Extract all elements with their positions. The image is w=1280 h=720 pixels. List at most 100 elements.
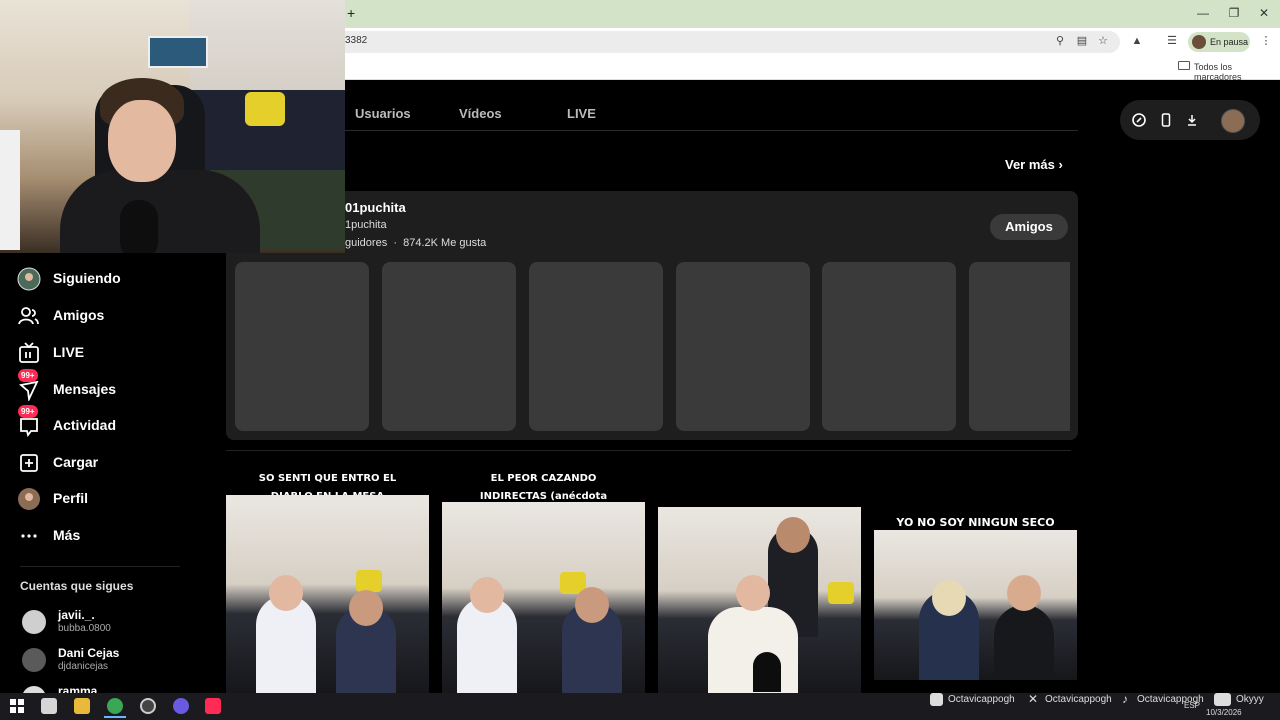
tabs-divider — [345, 130, 1078, 131]
tiktok-icon: ♪ — [1122, 692, 1128, 706]
restore-button[interactable]: ❐ — [1224, 4, 1244, 22]
sidebar-item-cargar[interactable]: Cargar — [16, 448, 216, 478]
new-tab-button[interactable]: + — [347, 5, 361, 21]
media-player-icon[interactable] — [41, 698, 57, 714]
chrome-icon[interactable] — [107, 698, 123, 714]
notification-badge: 99+ — [18, 369, 38, 382]
sidebar-item-label: Siguiendo — [53, 270, 121, 286]
tab-videos[interactable]: Vídeos — [459, 106, 502, 121]
upload-icon — [16, 450, 42, 476]
webcam-overlay — [0, 0, 345, 253]
video-thumbnail — [442, 502, 645, 693]
sidebar-divider — [20, 566, 180, 567]
video-caption: YO NO SOY NINGUN SECO — [896, 516, 1055, 529]
taskbar-date[interactable]: 10/3/2026 — [1206, 708, 1242, 717]
browser-menu-icon[interactable]: ⋮ — [1259, 34, 1273, 48]
video-thumbnail — [658, 507, 861, 693]
video-thumbnail-placeholder[interactable] — [969, 262, 1070, 431]
chevron-right-icon: › — [1058, 157, 1063, 172]
sidebar-item-label: Perfil — [53, 490, 89, 506]
friends-icon — [16, 303, 42, 329]
tab-live[interactable]: LIVE — [567, 106, 596, 121]
sidebar-item-actividad[interactable]: 99+ Actividad — [16, 405, 216, 441]
video-thumbnail-placeholder[interactable] — [529, 262, 663, 431]
instagram-icon — [930, 693, 943, 706]
sidebar-item-siguiendo[interactable]: Siguiendo — [16, 264, 216, 294]
extensions-icon[interactable]: ▲ — [1130, 34, 1144, 48]
zoom-icon[interactable]: ⚲ — [1053, 34, 1067, 48]
card-handle: 1puchita — [345, 219, 387, 231]
sidebar-item-live[interactable]: LIVE — [16, 338, 216, 368]
video-card[interactable]: SO SENTI QUE ENTRO EL DIABLO EN LA MESA — [226, 470, 429, 693]
account-name: javii._. — [58, 608, 95, 622]
following-account[interactable]: javii._. bubba.0800 — [20, 606, 220, 640]
bookmark-star-icon[interactable]: ☆ — [1096, 34, 1110, 48]
sidebar-item-amigos[interactable]: Amigos — [16, 301, 216, 331]
obs-icon[interactable] — [140, 698, 156, 714]
sidebar-item-label: Mensajes — [53, 381, 117, 397]
profile-avatar-icon — [1192, 35, 1206, 49]
avatar — [22, 686, 46, 693]
sidebar-item-perfil[interactable]: Perfil — [16, 484, 216, 514]
account-name: ramma — [58, 684, 98, 693]
see-more-label: Ver más — [1005, 157, 1055, 172]
video-thumbnail — [874, 530, 1077, 680]
download-icon[interactable] — [1184, 112, 1200, 128]
following-section-title: Cuentas que sigues — [20, 579, 134, 593]
media-controls-icon[interactable]: ☰ — [1165, 34, 1179, 48]
video-thumbnail-placeholder[interactable] — [676, 262, 810, 431]
see-more-link[interactable]: Ver más › — [1005, 157, 1063, 172]
sidebar-item-label: Amigos — [53, 307, 105, 323]
tab-users[interactable]: Usuarios — [355, 106, 411, 121]
file-explorer-icon[interactable] — [74, 698, 90, 714]
video-thumbnail-placeholder[interactable] — [235, 262, 369, 431]
install-app-icon[interactable]: ▤ — [1075, 34, 1089, 48]
profile-status: En pausa — [1210, 37, 1249, 47]
all-bookmarks-button[interactable]: Todos los marcadores — [1194, 62, 1280, 82]
coins-icon[interactable] — [1131, 112, 1147, 128]
avatar — [22, 648, 46, 672]
sidebar-item-label: Actividad — [53, 417, 117, 433]
video-thumbnail-placeholder[interactable] — [822, 262, 956, 431]
social-handle: Octavicappogh — [948, 694, 1015, 705]
card-stats: guidores · 874.2K Me gusta — [345, 237, 487, 249]
tiktok-app-icon[interactable] — [205, 698, 221, 714]
friends-button[interactable]: Amigos — [990, 214, 1068, 240]
sidebar-item-label: LIVE — [53, 344, 85, 360]
sidebar-item-mensajes[interactable]: 99+ Mensajes — [16, 369, 216, 405]
folder-icon — [1178, 61, 1190, 70]
card-username[interactable]: 01puchita — [345, 200, 406, 215]
sidebar-item-mas[interactable]: Más — [16, 521, 216, 551]
language-indicator[interactable]: ESP — [1184, 701, 1200, 710]
user-avatar[interactable] — [1221, 109, 1245, 133]
windows-start-icon[interactable] — [9, 698, 25, 714]
address-bar[interactable] — [330, 31, 1120, 53]
social-handle: Octavicappogh — [1045, 694, 1112, 705]
video-card[interactable] — [658, 470, 861, 693]
sidebar-item-label: Cargar — [53, 454, 99, 470]
following-account[interactable]: ramma — [20, 682, 220, 693]
video-card[interactable]: YO NO SOY NINGUN SECO — [874, 470, 1077, 693]
close-window-button[interactable]: ✕ — [1254, 4, 1274, 22]
phone-icon[interactable] — [1158, 112, 1174, 128]
video-card[interactable]: EL PEOR CAZANDO INDIRECTAS (anécdota com… — [442, 470, 645, 693]
x-icon: ✕ — [1028, 692, 1039, 706]
discord-icon[interactable] — [173, 698, 189, 714]
social-handle: Okyyy — [1236, 694, 1264, 705]
following-account[interactable]: Dani Cejas djdanicejas — [20, 644, 220, 678]
minimize-button[interactable]: — — [1193, 4, 1213, 22]
account-name: Dani Cejas — [58, 646, 120, 660]
following-avatar-icon — [16, 266, 42, 292]
youtube-icon — [1214, 693, 1231, 706]
address-url: 3382 — [345, 35, 368, 46]
profile-avatar-icon — [16, 486, 42, 512]
more-dots-icon — [16, 523, 42, 549]
account-handle: djdanicejas — [58, 661, 109, 672]
notification-badge: 99+ — [18, 405, 38, 418]
sidebar-item-label: Más — [53, 527, 81, 543]
section-divider — [226, 450, 1071, 451]
avatar — [22, 610, 46, 634]
video-thumbnail-placeholder[interactable] — [382, 262, 516, 431]
live-tv-icon — [16, 340, 42, 366]
video-thumbnail — [226, 495, 429, 693]
